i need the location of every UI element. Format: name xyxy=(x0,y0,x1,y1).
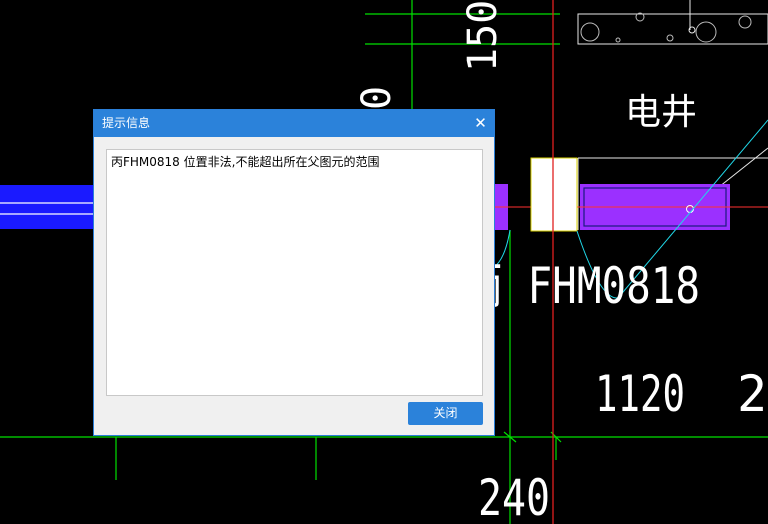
dim-240: 240 xyxy=(478,469,550,524)
close-icon[interactable]: ✕ xyxy=(471,114,490,133)
dim-2-partial: 2 xyxy=(737,365,767,423)
wall-blue xyxy=(0,185,95,229)
dim-1120: 1120 xyxy=(595,365,685,423)
door-label: 丙 FHM0818 xyxy=(462,257,700,315)
dialog-title: 提示信息 xyxy=(94,110,494,137)
dim-0-partial: 0 xyxy=(354,86,400,110)
alert-dialog: 提示信息 ✕ 丙FHM0818 位置非法,不能超出所在父图元的范围 关闭 xyxy=(93,109,495,436)
hatch-dots xyxy=(580,12,752,43)
close-button[interactable]: 关闭 xyxy=(408,402,483,425)
dialog-message: 丙FHM0818 位置非法,不能超出所在父图元的范围 xyxy=(106,149,483,396)
dim-150: 150 xyxy=(460,0,506,72)
elec-shaft-label: 电井 xyxy=(625,92,697,133)
column-block xyxy=(530,157,578,232)
